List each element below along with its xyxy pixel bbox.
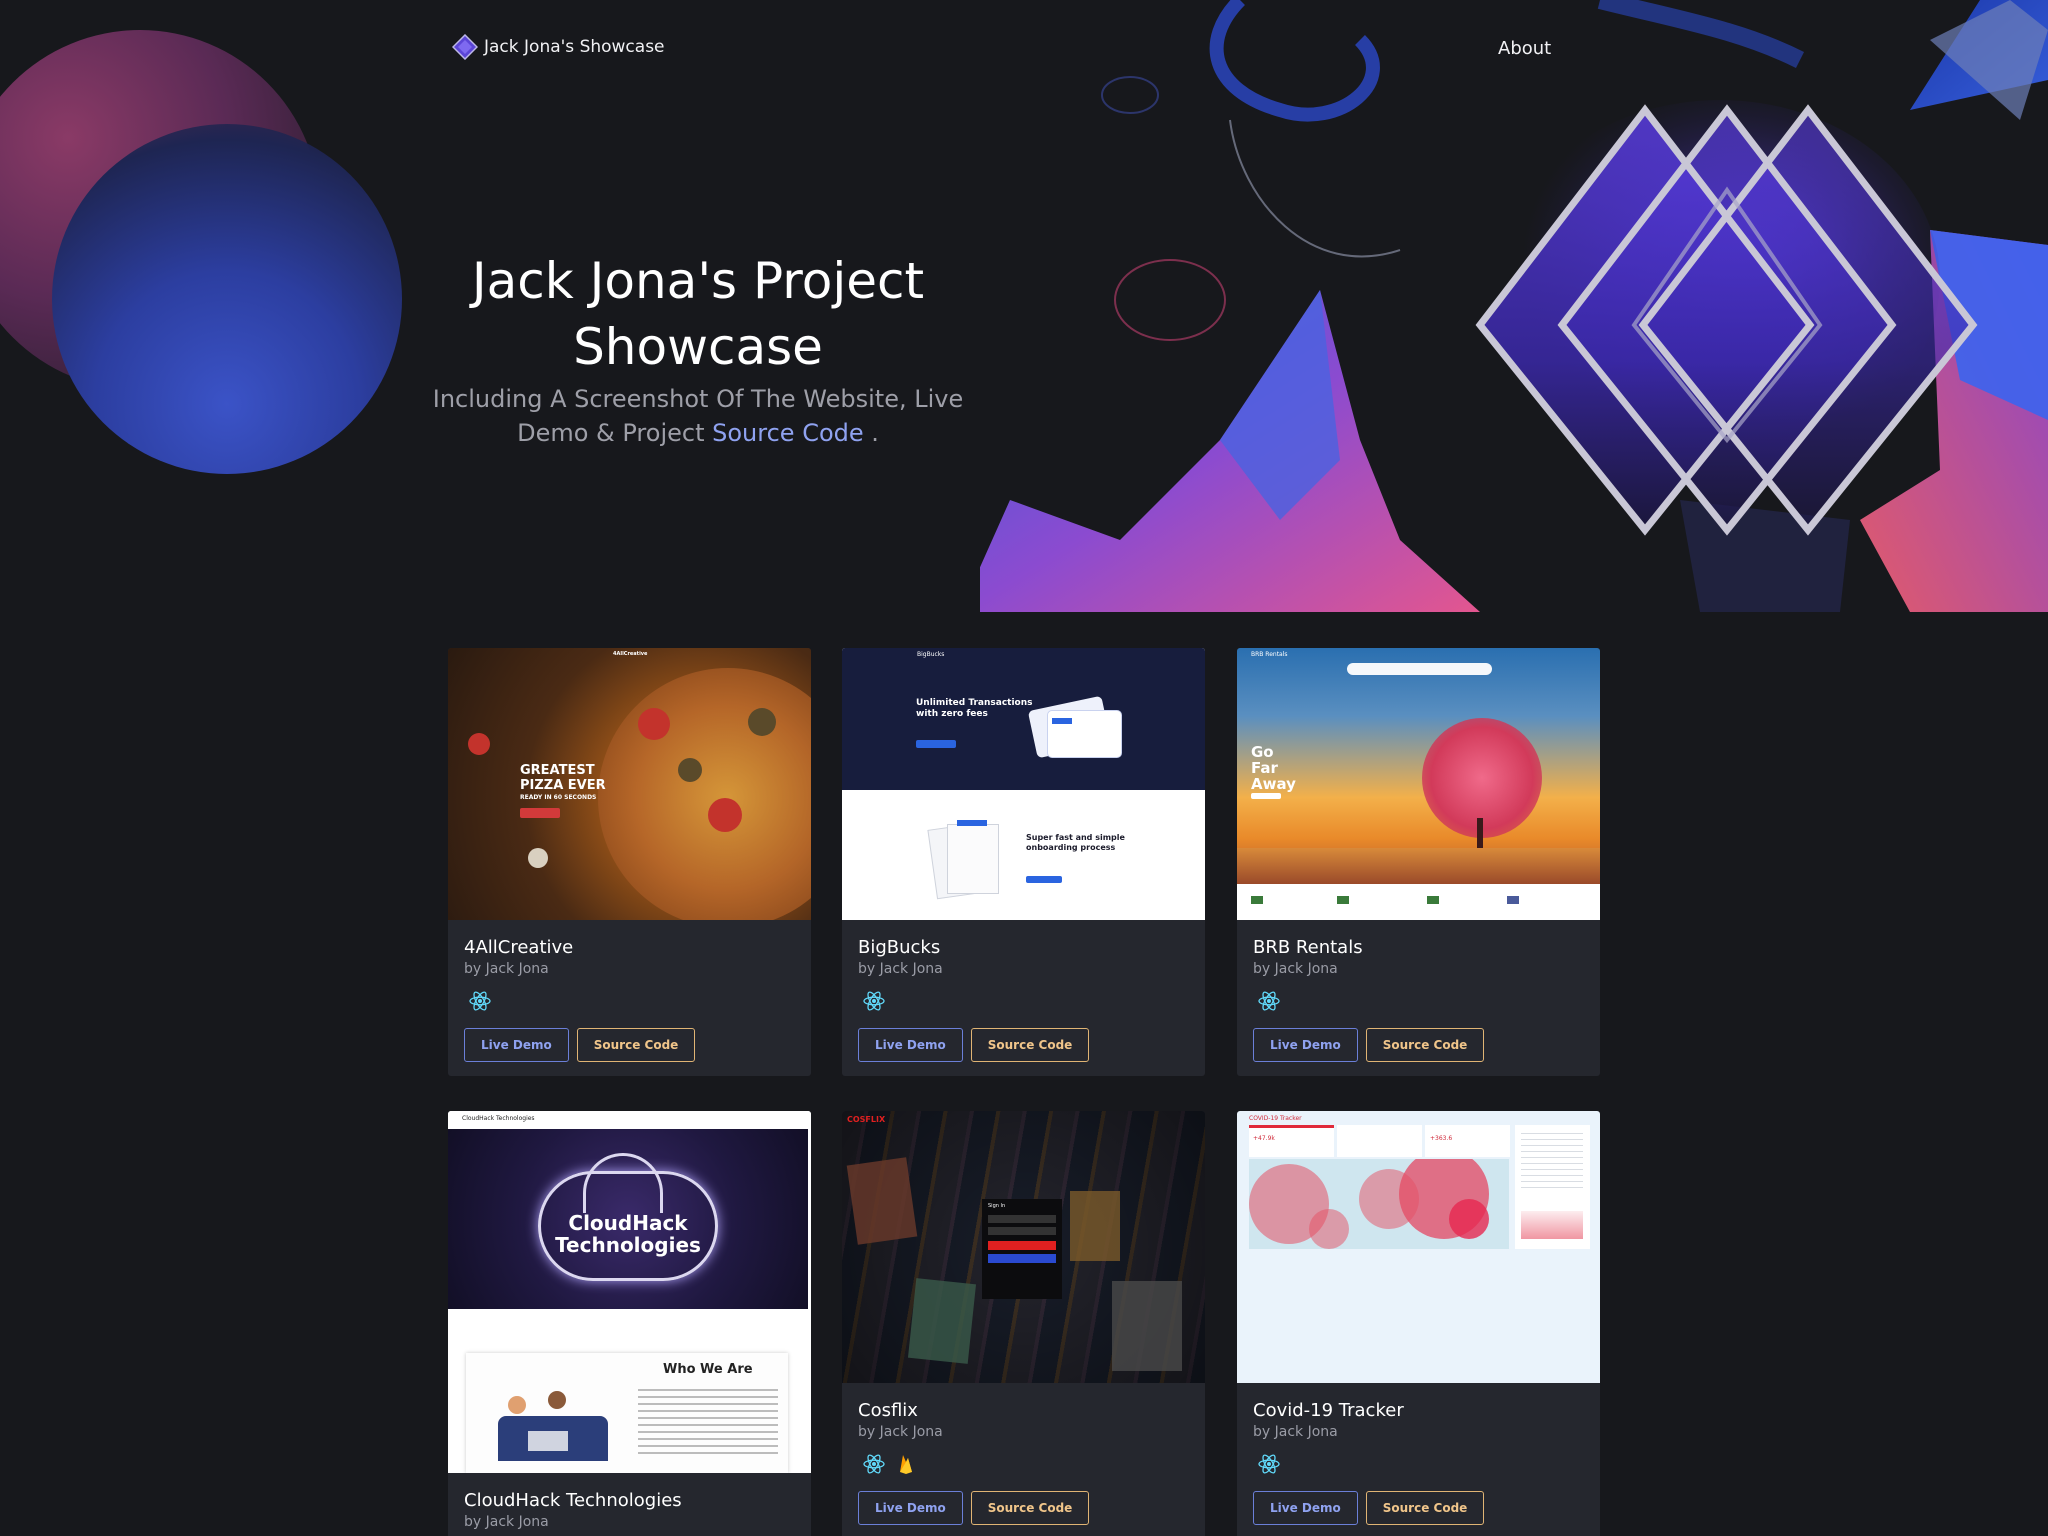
thumb-headline: GREATEST: [520, 763, 595, 778]
project-author: by Jack Jona: [464, 1514, 549, 1530]
tech-stack: [1253, 1451, 1584, 1477]
thumb-stat: +47.9k: [1253, 1135, 1275, 1142]
thumb-brand: COVID-19 Tracker: [1249, 1115, 1302, 1122]
source-code-button[interactable]: Source Code: [576, 1028, 696, 1062]
project-title: Covid-19 Tracker: [1253, 1400, 1404, 1421]
thumb-stat: +363.6: [1430, 1135, 1453, 1142]
source-code-button[interactable]: Source Code: [970, 1028, 1090, 1062]
react-icon: [1258, 991, 1280, 1011]
brand-name: Jack Jona's Showcase: [484, 37, 665, 57]
brand-logo-icon: [452, 34, 478, 60]
source-code-link[interactable]: Source Code: [712, 419, 864, 447]
hero-subtitle-text: Including A Screenshot Of The Website, L…: [432, 385, 964, 447]
thumb-brand: 4AllCreative: [613, 651, 648, 657]
hero-subtitle: Including A Screenshot Of The Website, L…: [428, 382, 968, 450]
thumb-form-title: Sign In: [988, 1203, 1006, 1209]
project-author: by Jack Jona: [858, 1424, 943, 1440]
tech-stack: [858, 988, 1189, 1014]
project-screenshot[interactable]: COVID-19 Tracker +47.9k +363.6: [1237, 1111, 1600, 1383]
source-code-button[interactable]: Source Code: [1365, 1028, 1485, 1062]
project-author: by Jack Jona: [1253, 961, 1338, 977]
live-demo-button[interactable]: Live Demo: [464, 1028, 569, 1062]
project-card-covid19-tracker: COVID-19 Tracker +47.9k +363.6 Covid-19 …: [1237, 1111, 1600, 1536]
page: Jack Jona's Showcase About Jack Jona's P…: [0, 0, 2048, 1536]
tech-stack: [1253, 988, 1584, 1014]
source-code-button[interactable]: Source Code: [1365, 1491, 1485, 1525]
project-card-brb-rentals: BRB Rentals Go Far Away BRB Rentals by J…: [1237, 648, 1600, 1076]
project-screenshot[interactable]: GREATEST PIZZA EVER READY IN 60 SECONDS …: [448, 648, 811, 920]
thumb-headline: Away: [1251, 775, 1296, 793]
hero-subtitle-end: .: [863, 419, 879, 447]
tech-stack: [464, 988, 795, 1014]
project-title: CloudHack Technologies: [464, 1490, 682, 1511]
react-icon: [863, 991, 885, 1011]
tech-stack: [858, 1451, 1189, 1477]
thumb-brand: COSFLIX: [847, 1115, 886, 1124]
project-title: BigBucks: [858, 937, 941, 958]
page-title: Jack Jona's Project Showcase: [471, 252, 925, 376]
thumb-brand: CloudHack Technologies: [462, 1115, 535, 1122]
live-demo-button[interactable]: Live Demo: [1253, 1028, 1358, 1062]
thumb-brand: BRB Rentals: [1251, 651, 1288, 658]
thumb-section-title: Who We Are: [663, 1362, 753, 1377]
project-title: Cosflix: [858, 1400, 918, 1421]
thumb-headline: PIZZA EVER: [520, 778, 606, 793]
source-code-button[interactable]: Source Code: [970, 1491, 1090, 1525]
react-icon: [469, 991, 491, 1011]
thumb-headline: CloudHack: [568, 1211, 688, 1235]
project-screenshot[interactable]: COSFLIX Sign In: [842, 1111, 1205, 1383]
react-icon: [1258, 1454, 1280, 1474]
project-card-cloudhack: CloudHack Technologies CloudHack Technol…: [448, 1111, 811, 1536]
thumb-headline: Technologies: [555, 1233, 701, 1257]
thumb-section-title: Super fast and simple: [1026, 833, 1125, 842]
react-icon: [863, 1454, 885, 1474]
firebase-icon: [900, 1455, 912, 1474]
project-screenshot[interactable]: BigBucks Unlimited Transactions with zer…: [842, 648, 1205, 920]
live-demo-button[interactable]: Live Demo: [858, 1491, 963, 1525]
thumb-headline: Unlimited Transactions: [916, 698, 1033, 708]
thumb-section-title: onboarding process: [1026, 843, 1116, 852]
nav-brand[interactable]: Jack Jona's Showcase: [452, 34, 665, 60]
project-author: by Jack Jona: [1253, 1424, 1338, 1440]
hero-artwork: [980, 0, 2048, 612]
live-demo-button[interactable]: Live Demo: [858, 1028, 963, 1062]
project-card-bigbucks: BigBucks Unlimited Transactions with zer…: [842, 648, 1205, 1076]
project-card-cosflix: COSFLIX Sign In Cosflix by Jack Jona Liv…: [842, 1111, 1205, 1536]
project-title: 4AllCreative: [464, 937, 574, 958]
project-title: BRB Rentals: [1253, 937, 1363, 958]
decorative-circle-blue: [52, 124, 402, 474]
thumb-brand: BigBucks: [917, 651, 945, 658]
live-demo-button[interactable]: Live Demo: [1253, 1491, 1358, 1525]
thumb-tagline: READY IN 60 SECONDS: [520, 794, 597, 801]
project-author: by Jack Jona: [464, 961, 549, 977]
project-card-4allcreative: GREATEST PIZZA EVER READY IN 60 SECONDS …: [448, 648, 811, 1076]
thumb-headline: with zero fees: [916, 709, 988, 719]
project-screenshot[interactable]: CloudHack Technologies CloudHack Technol…: [448, 1111, 811, 1473]
nav-about-link[interactable]: About: [1498, 38, 1551, 59]
project-screenshot[interactable]: BRB Rentals Go Far Away: [1237, 648, 1600, 920]
project-author: by Jack Jona: [858, 961, 943, 977]
